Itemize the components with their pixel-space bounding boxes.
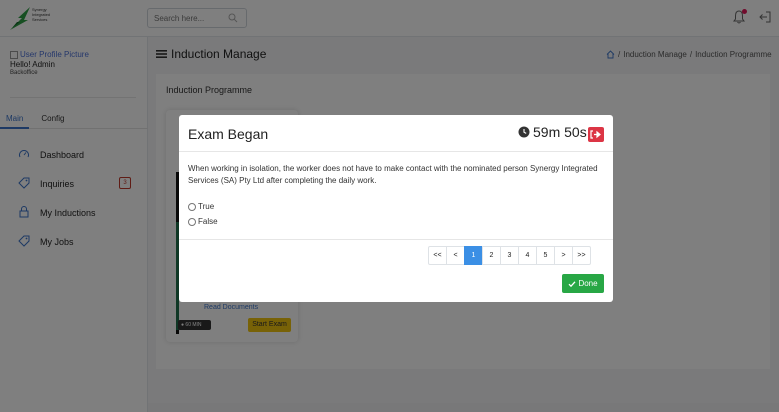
option-label: True xyxy=(198,202,215,211)
timer-text: 59m 50s xyxy=(533,124,587,140)
option-label: False xyxy=(198,217,218,226)
divider xyxy=(179,239,613,240)
page-button-3[interactable]: 3 xyxy=(500,246,519,265)
modal-header: Exam Began 59m 50s xyxy=(179,115,613,152)
page-button-4[interactable]: 4 xyxy=(518,246,537,265)
page-next-button[interactable]: > xyxy=(554,246,573,265)
answer-options: True False xyxy=(188,199,218,229)
question-text: When working in isolation, the worker do… xyxy=(188,164,598,185)
page-button-5[interactable]: 5 xyxy=(536,246,555,265)
sign-out-icon xyxy=(590,130,601,139)
exam-modal: Exam Began 59m 50s When working in isola… xyxy=(179,115,613,302)
exit-exam-button[interactable] xyxy=(588,127,604,142)
radio-true[interactable] xyxy=(188,202,196,211)
page-last-button[interactable]: >> xyxy=(572,246,591,265)
answer-option-false[interactable]: False xyxy=(188,214,218,229)
answer-option-true[interactable]: True xyxy=(188,199,218,214)
done-label: Done xyxy=(578,279,598,288)
page-button-2[interactable]: 2 xyxy=(482,246,501,265)
radio-false[interactable] xyxy=(188,217,196,226)
exam-timer: 59m 50s xyxy=(518,124,587,140)
page-button-1[interactable]: 1 xyxy=(464,246,483,265)
page-first-button[interactable]: << xyxy=(428,246,447,265)
clock-icon xyxy=(518,126,530,138)
done-button[interactable]: Done xyxy=(562,274,604,293)
modal-title: Exam Began xyxy=(188,126,269,142)
check-icon xyxy=(568,280,576,287)
question-pagination: << < 1 2 3 4 5 > >> xyxy=(428,246,591,265)
page-prev-button[interactable]: < xyxy=(446,246,465,265)
